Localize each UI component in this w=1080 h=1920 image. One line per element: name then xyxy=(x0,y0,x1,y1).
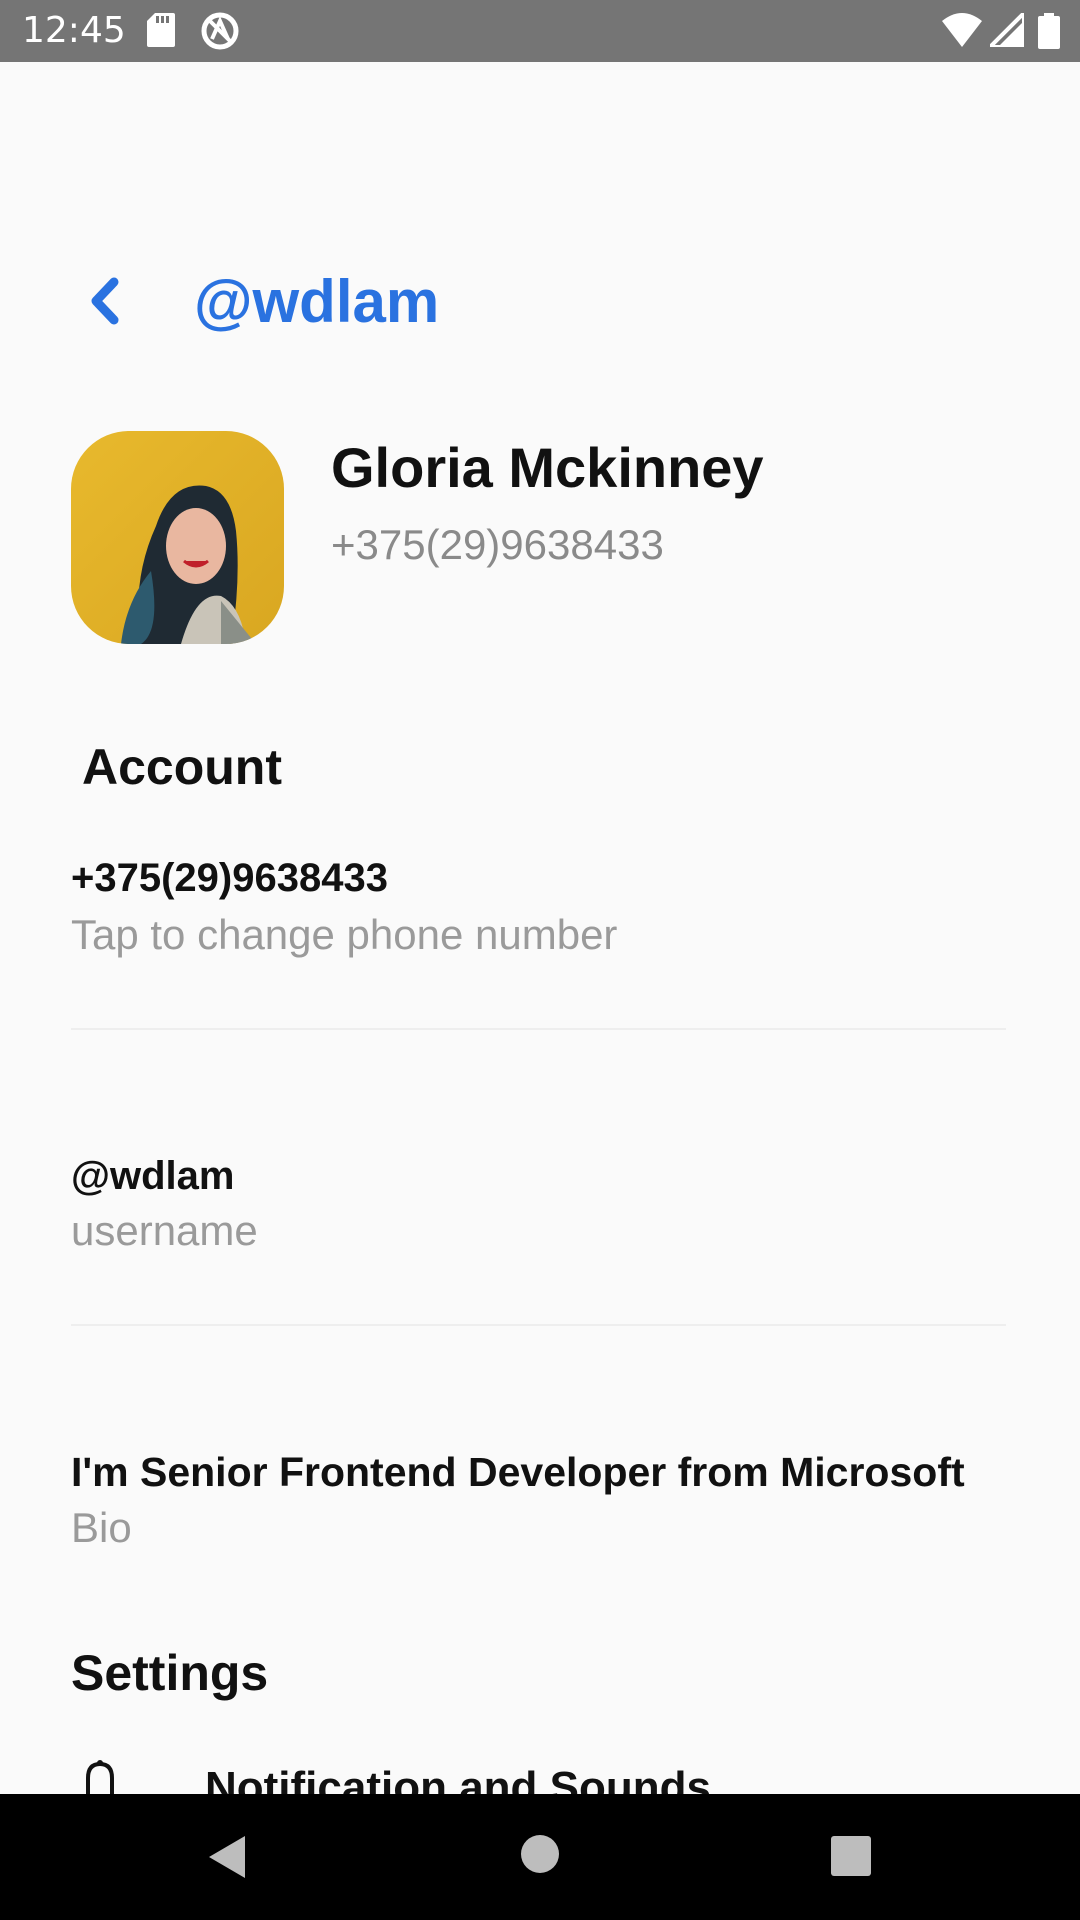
wifi-icon xyxy=(942,13,982,47)
navigation-bar xyxy=(0,1794,1080,1920)
account-heading: Account xyxy=(82,739,282,795)
phone-value[interactable]: +375(29)9638433 xyxy=(71,854,388,902)
phone-label[interactable]: Tap to change phone number xyxy=(71,910,617,960)
avatar-photo xyxy=(71,431,284,644)
recents-square-icon[interactable] xyxy=(831,1836,871,1876)
sd-card-icon xyxy=(147,13,175,47)
bio-value[interactable]: I'm Senior Frontend Developer from Micro… xyxy=(71,1448,965,1496)
back-chevron-icon[interactable] xyxy=(82,276,132,326)
divider xyxy=(71,1324,1006,1326)
battery-icon xyxy=(1038,13,1060,49)
username-label[interactable]: username xyxy=(71,1206,258,1256)
divider xyxy=(71,1028,1006,1030)
profile-name: Gloria Mckinney xyxy=(331,436,764,499)
a-circle-icon xyxy=(201,12,239,50)
avatar[interactable] xyxy=(71,431,284,644)
header-title: @wdlam xyxy=(194,268,440,335)
profile-phone: +375(29)9638433 xyxy=(331,521,664,568)
home-circle-icon[interactable] xyxy=(520,1834,560,1874)
status-bar: 12:45 xyxy=(0,0,1080,62)
bio-label[interactable]: Bio xyxy=(71,1503,132,1553)
back-triangle-icon[interactable] xyxy=(205,1834,249,1880)
status-time: 12:45 xyxy=(22,10,126,51)
settings-heading: Settings xyxy=(71,1645,269,1701)
username-value[interactable]: @wdlam xyxy=(71,1152,234,1200)
signal-icon xyxy=(990,13,1024,47)
